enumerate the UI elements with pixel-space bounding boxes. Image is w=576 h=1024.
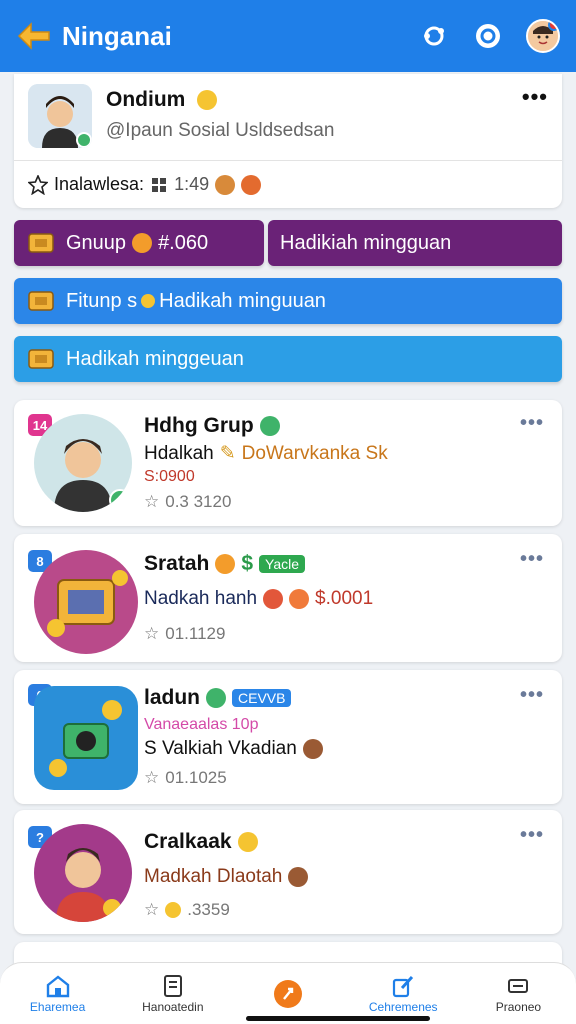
item-title: Cralkaak xyxy=(144,830,258,854)
emoji-icon xyxy=(237,832,258,852)
list-item[interactable]: 8 Sratah $ Yacle Nadkah hanh $.0001 ☆ 01… xyxy=(14,534,562,662)
nav-documents[interactable]: Hanoatedin xyxy=(115,963,230,1024)
back-arrow-icon[interactable] xyxy=(16,18,52,54)
item-detail: Vanaeaalas 10p xyxy=(144,716,259,733)
profile-handle: @Ipaun Sosial Usldsedsan xyxy=(106,120,335,141)
emoji-icon xyxy=(263,589,284,609)
home-indicator xyxy=(246,1016,430,1021)
grid-icon xyxy=(152,177,167,192)
profile-name: Ondium xyxy=(106,88,218,112)
item-subtitle: Nadkah hanh $.0001 xyxy=(144,588,374,609)
smile-emoji-icon xyxy=(197,90,218,111)
emoji-icon xyxy=(288,867,309,887)
bulb-icon xyxy=(141,294,156,308)
sync-icon[interactable] xyxy=(418,20,450,52)
weekly-gift-button[interactable]: Hadikiah mingguan xyxy=(268,220,562,266)
item-stat: ☆ .3359 xyxy=(144,900,230,919)
profile-icon xyxy=(508,978,529,993)
more-options-icon[interactable]: ••• xyxy=(520,548,544,571)
nav-home[interactable]: Eharemea xyxy=(0,963,115,1024)
emoji-icon xyxy=(259,416,280,436)
star-icon: ☆ xyxy=(144,624,160,643)
record-icon[interactable] xyxy=(472,20,504,52)
emoji-icon xyxy=(206,688,226,708)
item-subtitle: S Valkiah Vkadian xyxy=(144,738,323,760)
list-item[interactable]: 6 ladun CEVVB Vanaeaalas 10p S Valkiah V… xyxy=(14,670,562,804)
group-button[interactable]: Gnuup #.060 xyxy=(14,220,264,266)
list-item[interactable]: ? Cralkaak Madkah Dlaotah ☆ .3359 ••• xyxy=(14,810,562,934)
item-subtitle: Madkah Dlaotah xyxy=(144,866,309,888)
emoji-icon xyxy=(241,174,262,195)
list-item[interactable]: 14 Hdhg Grup Hdalkah ✎ DoWarvkanka Sk S:… xyxy=(14,400,562,526)
emoji-icon xyxy=(165,902,182,918)
emoji-icon xyxy=(302,739,323,759)
star-icon: ☆ xyxy=(144,900,160,919)
emoji-icon xyxy=(132,233,153,253)
nav-profile[interactable]: Praoneo xyxy=(461,963,576,1024)
item-title: Sratah $ Yacle xyxy=(144,552,306,576)
home-icon xyxy=(46,974,69,997)
avatar[interactable] xyxy=(526,19,560,53)
item-detail: S:0900 xyxy=(144,468,195,485)
item-subtitle: Hdalkah ✎ DoWarvkanka Sk xyxy=(144,442,388,465)
bottom-nav: Eharemea Hanoatedin Cehremenes Praoneo xyxy=(0,962,576,1024)
item-title: Hdhg Grup xyxy=(144,414,280,438)
star-icon xyxy=(28,174,48,195)
item-thumbnail xyxy=(34,550,138,654)
page-title: Ninganai xyxy=(62,20,172,51)
weekly-gift-button-2[interactable]: Hadikah minggeuan xyxy=(14,336,562,382)
item-thumbnail xyxy=(34,686,138,790)
nav-center-action[interactable] xyxy=(230,963,345,1024)
item-thumbnail xyxy=(34,824,132,922)
more-options-icon[interactable]: ••• xyxy=(522,84,548,110)
top-bar: Ninganai xyxy=(0,0,576,72)
item-title: ladun CEVVB xyxy=(144,686,292,710)
box-icon xyxy=(28,291,54,311)
feature-button[interactable]: Fitunp s Hadikah minguuan xyxy=(14,278,562,324)
emoji-icon xyxy=(215,174,236,195)
divider xyxy=(14,160,562,161)
star-icon: ☆ xyxy=(144,492,160,511)
emoji-icon xyxy=(289,589,310,609)
profile-avatar[interactable] xyxy=(28,84,92,148)
notification-dot xyxy=(548,21,558,31)
item-stat: ☆ 01.1129 xyxy=(144,624,226,643)
emoji-icon xyxy=(215,554,236,574)
box-icon xyxy=(28,233,54,253)
item-stat: ☆ 01.1025 xyxy=(144,768,227,787)
item-stat: ☆ 0.3 3120 xyxy=(144,492,232,511)
star-icon: ☆ xyxy=(144,768,160,787)
more-options-icon[interactable]: ••• xyxy=(520,412,544,435)
profile-card: Ondium @Ipaun Sosial Usldsedsan ••• Inal… xyxy=(14,74,562,208)
box-icon xyxy=(28,349,54,369)
profile-stats: Inalawlesa: 1:49 xyxy=(28,174,262,195)
nav-edit[interactable]: Cehremenes xyxy=(346,963,461,1024)
center-action-icon xyxy=(274,979,302,1008)
item-thumbnail xyxy=(34,414,132,512)
more-options-icon[interactable]: ••• xyxy=(520,684,544,707)
more-options-icon[interactable]: ••• xyxy=(520,824,544,847)
document-icon xyxy=(163,974,182,997)
edit-icon xyxy=(393,975,414,997)
